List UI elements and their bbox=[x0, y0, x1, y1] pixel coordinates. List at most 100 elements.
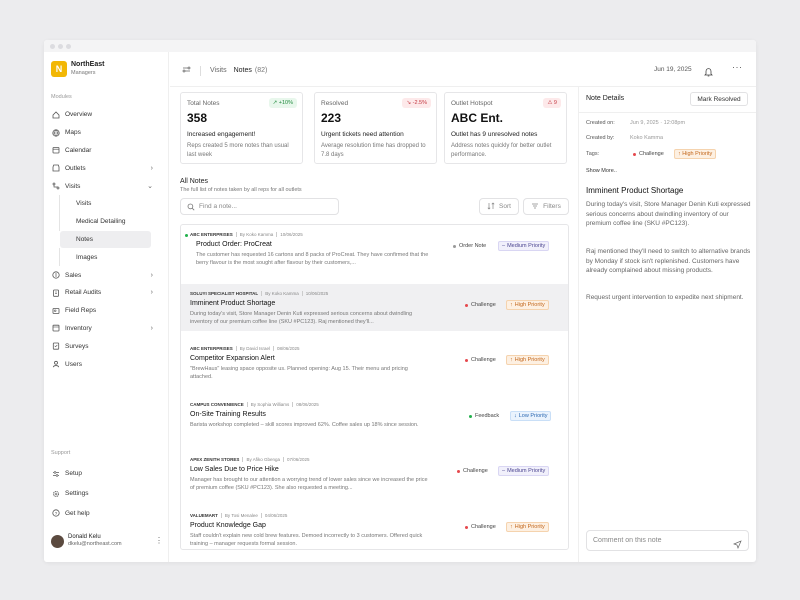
sidebar-item-sales[interactable]: Sales › bbox=[47, 266, 165, 284]
sidebar-subitem-visits[interactable]: Visits bbox=[59, 194, 150, 213]
sidebar-subitem-medical-detailing[interactable]: Medical Detailing bbox=[59, 212, 150, 231]
list-item[interactable]: CAMPUS CONVENIENCE By Sophia Williams 08/0… bbox=[181, 395, 568, 442]
bell-icon[interactable] bbox=[704, 64, 713, 82]
help-icon: ? bbox=[52, 509, 60, 517]
filters-label: Filters bbox=[543, 203, 561, 210]
note-detail-title: Imminent Product Shortage bbox=[586, 186, 684, 195]
sidebar-item-visits[interactable]: Visits ⌄ bbox=[47, 177, 165, 195]
note-title: On-Site Training Results bbox=[190, 411, 266, 418]
window-chrome bbox=[44, 40, 756, 52]
chevron-right-icon: › bbox=[150, 289, 153, 297]
list-item[interactable]: ABC ENTERPRISES By Koko Kamma 10/06/2025 P… bbox=[181, 225, 568, 272]
priority-label: High Priority bbox=[514, 524, 545, 530]
show-more-link[interactable]: Show More.. bbox=[586, 168, 617, 174]
note-body: Staff couldn't explain new cold brew fea… bbox=[190, 533, 423, 547]
gear-icon bbox=[52, 490, 60, 498]
sidebar-subitem-notes[interactable]: Notes bbox=[60, 230, 151, 249]
sidebar-item-inventory[interactable]: Inventory › bbox=[47, 320, 165, 338]
list-item[interactable]: SOLUYI SPECIALIST HOSPITAL By Koko Kamma 1… bbox=[181, 284, 568, 331]
tags-label: Tags: bbox=[586, 151, 600, 157]
sidebar-item-surveys[interactable]: Surveys bbox=[47, 337, 165, 355]
panel-divider bbox=[578, 87, 579, 562]
note-author: By Koko Kamma bbox=[265, 291, 299, 296]
stat-card-total-notes: Total Notes ↗ +10% 358 Increased engagem… bbox=[180, 92, 303, 164]
note-paragraph: Raj mentioned they'll need to switch to … bbox=[586, 248, 751, 275]
stat-headline: Outlet has 9 unresolved notes bbox=[451, 131, 538, 138]
sidebar-item-settings[interactable]: Settings bbox=[47, 484, 165, 504]
brand[interactable]: N NorthEast Managers bbox=[51, 61, 104, 77]
category-tag: Challenge bbox=[465, 357, 496, 363]
list-item[interactable]: VALUEMART By Tosi Menalee 04/06/2025 Produ… bbox=[181, 506, 568, 549]
avatar bbox=[51, 534, 64, 548]
priority-label: High Priority bbox=[514, 302, 545, 308]
sidebar-subitem-images[interactable]: Images bbox=[59, 248, 150, 267]
warning-badge: ⚠ 9 bbox=[543, 98, 561, 108]
sidebar-item-label: Outlets bbox=[65, 164, 86, 172]
note-body: Manager has brought to our attention a w… bbox=[190, 477, 428, 491]
sidebar-item-overview[interactable]: Overview bbox=[47, 106, 165, 124]
sidebar-item-label: Sales bbox=[65, 271, 82, 279]
window-dot bbox=[50, 44, 55, 49]
sidebar-item-setup[interactable]: Setup bbox=[47, 464, 165, 484]
category-tag: Order Note bbox=[453, 243, 486, 249]
list-item[interactable]: ABC ENTERPRISES By David Israel 08/06/2025… bbox=[181, 339, 568, 386]
search-box bbox=[180, 198, 339, 215]
priority-icon: ↓ bbox=[514, 413, 517, 419]
category-label: Challenge bbox=[639, 151, 664, 157]
category-label: Challenge bbox=[471, 524, 496, 530]
user-menu-icon[interactable]: ⋮ bbox=[155, 536, 163, 545]
divider bbox=[579, 112, 756, 113]
category-tag: Feedback bbox=[469, 413, 499, 419]
collapse-sidebar-icon[interactable] bbox=[182, 65, 191, 76]
user-profile[interactable]: Donald Kelu dkelu@northeast.com ⋮ bbox=[51, 534, 163, 548]
category-tag: Challenge bbox=[465, 524, 496, 530]
sidebar-item-field-reps[interactable]: Field Reps bbox=[47, 302, 165, 320]
priority-badge: – Medium Priority bbox=[498, 466, 550, 476]
stat-label: Resolved bbox=[321, 100, 349, 107]
note-body: "BrewHaus" leasing space opposite us. Pl… bbox=[190, 366, 408, 380]
send-icon[interactable] bbox=[733, 536, 742, 554]
sidebar-item-label: Settings bbox=[65, 490, 89, 498]
breadcrumb-parent[interactable]: Visits bbox=[210, 67, 227, 74]
priority-badge: ↑ High Priority bbox=[674, 149, 717, 159]
note-date: 04/06/2025 bbox=[264, 513, 288, 518]
filters-button[interactable]: Filters bbox=[523, 198, 569, 215]
mark-resolved-button[interactable]: Mark Resolved bbox=[690, 92, 748, 106]
section-subtitle: The full list of notes taken by all reps… bbox=[180, 187, 302, 193]
sidebar-item-label: Calendar bbox=[65, 146, 92, 154]
search-input[interactable] bbox=[199, 203, 329, 210]
filter-icon bbox=[531, 202, 539, 212]
list-item[interactable]: APEX ZENITH STORES By Afiko Gbenga 07/06/2… bbox=[181, 450, 568, 497]
modules-label: Modules bbox=[51, 94, 72, 100]
priority-icon: ↑ bbox=[510, 302, 513, 308]
store-icon bbox=[52, 164, 60, 172]
note-author: By Koko Kamma bbox=[239, 232, 274, 237]
category-label: Order Note bbox=[459, 243, 487, 249]
sidebar-item-outlets[interactable]: Outlets › bbox=[47, 159, 165, 177]
sidebar-item-get-help[interactable]: ? Get help bbox=[47, 503, 165, 523]
priority-label: Medium Priority bbox=[507, 468, 546, 474]
note-author: By Tosi Menalee bbox=[224, 513, 258, 518]
brand-name: NorthEast bbox=[71, 61, 105, 68]
more-options-icon[interactable]: ··· bbox=[732, 62, 743, 72]
sort-button[interactable]: Sort bbox=[479, 198, 519, 215]
tag-icon bbox=[52, 271, 60, 279]
chevron-down-icon: ⌄ bbox=[147, 183, 153, 191]
note-org: CAMPUS CONVENIENCE bbox=[190, 402, 244, 407]
users-icon bbox=[52, 307, 60, 315]
stat-card-outlet-hotspot: Outlet Hotspot ⚠ 9 ABC Ent. Outlet has 9… bbox=[444, 92, 567, 164]
category-label: Feedback bbox=[475, 413, 500, 419]
sidebar-item-calendar[interactable]: Calendar bbox=[47, 142, 165, 160]
sidebar: N NorthEast Managers Modules Overview Ma… bbox=[44, 52, 169, 562]
note-org: APEX ZENITH STORES bbox=[190, 457, 240, 462]
note-body: Barista workshop completed – skill score… bbox=[190, 422, 419, 428]
sidebar-item-users[interactable]: Users bbox=[47, 355, 165, 373]
globe-icon bbox=[52, 129, 60, 137]
comment-input[interactable] bbox=[593, 537, 728, 544]
sidebar-item-retail-audits[interactable]: Retail Audits › bbox=[47, 284, 165, 302]
sidebar-item-maps[interactable]: Maps bbox=[47, 124, 165, 142]
box-icon bbox=[52, 324, 60, 332]
notes-list: ABC ENTERPRISES By Koko Kamma 10/06/2025 P… bbox=[180, 224, 569, 550]
route-icon bbox=[52, 182, 60, 190]
note-title: Product Order: ProCreat bbox=[196, 241, 272, 248]
